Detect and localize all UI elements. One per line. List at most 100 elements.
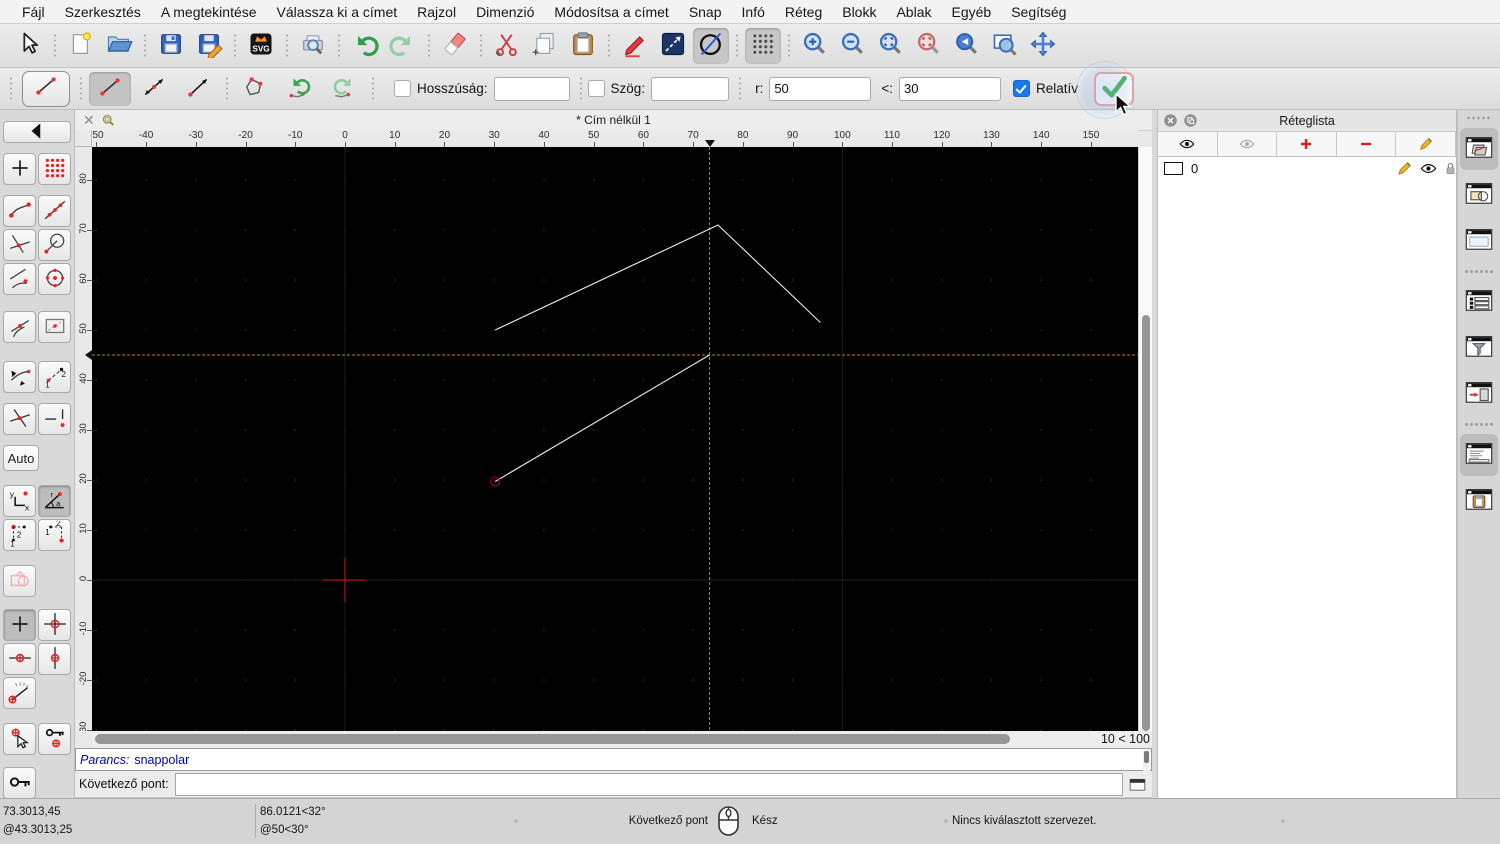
back-button[interactable] — [3, 121, 71, 143]
zoom-out-button[interactable] — [835, 28, 871, 64]
polar-angle-input[interactable] — [898, 76, 1001, 101]
menu-item-11[interactable]: Blokk — [832, 4, 886, 20]
restrict-orthogonal[interactable] — [3, 361, 36, 393]
add-layer-button[interactable] — [1277, 132, 1337, 156]
menu-item-2[interactable]: Szerkesztés — [55, 4, 151, 20]
command-input[interactable] — [174, 772, 1123, 796]
open-document-button[interactable] — [101, 28, 137, 64]
copy-button[interactable] — [527, 28, 563, 64]
length-input[interactable] — [493, 76, 570, 101]
command-window-toggle-icon[interactable] — [1129, 777, 1146, 792]
export-svg-button[interactable]: SVG — [243, 28, 279, 64]
snap-intersection-manual[interactable] — [3, 403, 36, 435]
zoom-auto-button[interactable] — [873, 28, 909, 64]
relative-shape[interactable] — [3, 565, 36, 597]
hide-all-layers-button[interactable] — [1217, 132, 1278, 156]
menu-item-5[interactable]: Rajzol — [407, 4, 466, 20]
snap-entity-box[interactable] — [38, 311, 71, 343]
auto-snap-button[interactable]: Auto — [3, 445, 39, 471]
menu-item-3[interactable]: A megtekintése — [151, 4, 267, 20]
delete-selected-button[interactable] — [437, 28, 473, 64]
edit-layer-button[interactable] — [1396, 132, 1456, 156]
divide-distance[interactable]: 12 — [38, 361, 71, 393]
menu-item-14[interactable]: Segítség — [1001, 4, 1076, 20]
snap-distance[interactable] — [3, 263, 36, 295]
crosshair-vertical[interactable] — [38, 643, 71, 675]
line-two-points-button[interactable] — [89, 71, 131, 106]
confirm-button[interactable] — [1094, 71, 1134, 106]
pick-coordinate[interactable] — [3, 723, 36, 755]
undo-segment-button[interactable] — [279, 72, 321, 106]
lock-zero[interactable] — [3, 767, 36, 799]
vertical-scroll-thumb[interactable] — [1142, 315, 1150, 731]
menu-item-1[interactable]: Fájl — [12, 4, 55, 20]
menu-item-12[interactable]: Ablak — [886, 4, 941, 20]
snap-free[interactable] — [3, 153, 36, 185]
grid-toggle-button[interactable] — [745, 27, 781, 64]
snap-intersection-auto[interactable] — [3, 229, 36, 261]
angle-input[interactable] — [651, 76, 730, 101]
angle-checkbox[interactable] — [587, 80, 605, 97]
exclusive-snap[interactable] — [38, 403, 71, 435]
crosshair-full[interactable] — [38, 609, 71, 641]
draw-order-button[interactable] — [693, 27, 729, 64]
line-attributes-button[interactable] — [655, 28, 691, 64]
panel-selection-filter-button[interactable] — [1460, 327, 1498, 369]
horizontal-scroll-thumb[interactable] — [95, 734, 1010, 744]
zoom-previous-button[interactable] — [911, 28, 947, 64]
new-document-button[interactable] — [63, 28, 99, 64]
set-relative-zero[interactable] — [3, 609, 36, 641]
snap-middle[interactable] — [38, 263, 71, 295]
crosshair-horizontal[interactable] — [3, 643, 36, 675]
corner-point-21[interactable]: 21 — [38, 518, 71, 551]
menu-item-6[interactable]: Dimenzió — [466, 4, 544, 20]
edit-pen-button[interactable] — [617, 28, 653, 64]
show-all-layers-button[interactable] — [1158, 132, 1218, 156]
snap-center[interactable] — [38, 229, 71, 261]
snap-grid[interactable] — [38, 153, 71, 185]
line-ray-button[interactable] — [177, 72, 219, 106]
panel-library-browser-button[interactable] — [1460, 220, 1498, 262]
line-bidirectional-button[interactable] — [133, 72, 175, 106]
panel-explode-button[interactable] — [1460, 373, 1498, 415]
layer-visible-eye-icon[interactable] — [1420, 160, 1437, 176]
menu-item-10[interactable]: Réteg — [775, 4, 832, 20]
remove-layer-button[interactable] — [1336, 132, 1397, 156]
panel-block-list-button[interactable] — [1460, 174, 1498, 216]
panel-clipboard-button[interactable] — [1460, 480, 1498, 522]
radius-input[interactable] — [769, 76, 872, 101]
layer-row[interactable]: 0 — [1158, 157, 1456, 179]
polyline-tool-button[interactable] — [235, 72, 277, 106]
undo-button[interactable] — [347, 28, 383, 64]
zoom-window-button[interactable] — [987, 28, 1023, 64]
select-cursor-button[interactable] — [11, 28, 47, 64]
print-preview-button[interactable] — [295, 28, 331, 64]
relative-checkbox[interactable] — [1012, 80, 1030, 97]
zoom-back-button[interactable] — [949, 28, 985, 64]
coordinate-cartesian[interactable]: yx — [3, 485, 36, 517]
panel-entity-list-button[interactable] — [1460, 281, 1498, 323]
snap-on-entity[interactable] — [38, 195, 71, 227]
length-checkbox[interactable] — [394, 80, 411, 97]
menu-item-9[interactable]: Infó — [732, 4, 775, 20]
coordinate-polar[interactable]: ra — [38, 485, 71, 517]
paste-button[interactable] — [565, 28, 601, 64]
layer-edit-pencil-icon[interactable] — [1396, 160, 1413, 176]
menu-item-8[interactable]: Snap — [679, 4, 732, 20]
command-history-scrollbar[interactable] — [1143, 750, 1150, 771]
corner-point-12[interactable]: 21 — [3, 519, 36, 551]
zoom-pan-button[interactable] — [1025, 28, 1061, 64]
drawing-canvas[interactable] — [92, 147, 1138, 731]
panel-command-line-button[interactable] — [1460, 434, 1498, 476]
cut-button[interactable] — [489, 28, 525, 64]
panel-layer-list-button[interactable] — [1460, 128, 1498, 170]
snap-endpoint[interactable] — [3, 195, 36, 227]
menu-item-4[interactable]: Válassza ki a címet — [267, 4, 408, 20]
save-document-button[interactable] — [153, 28, 189, 64]
redo-button[interactable] — [385, 28, 421, 64]
zoom-in-button[interactable] — [797, 28, 833, 64]
menu-item-7[interactable]: Módosítsa a címet — [544, 4, 678, 20]
snap-tangent[interactable] — [3, 311, 36, 343]
menu-item-13[interactable]: Egyéb — [942, 4, 1002, 20]
redo-segment-button[interactable] — [323, 72, 365, 106]
